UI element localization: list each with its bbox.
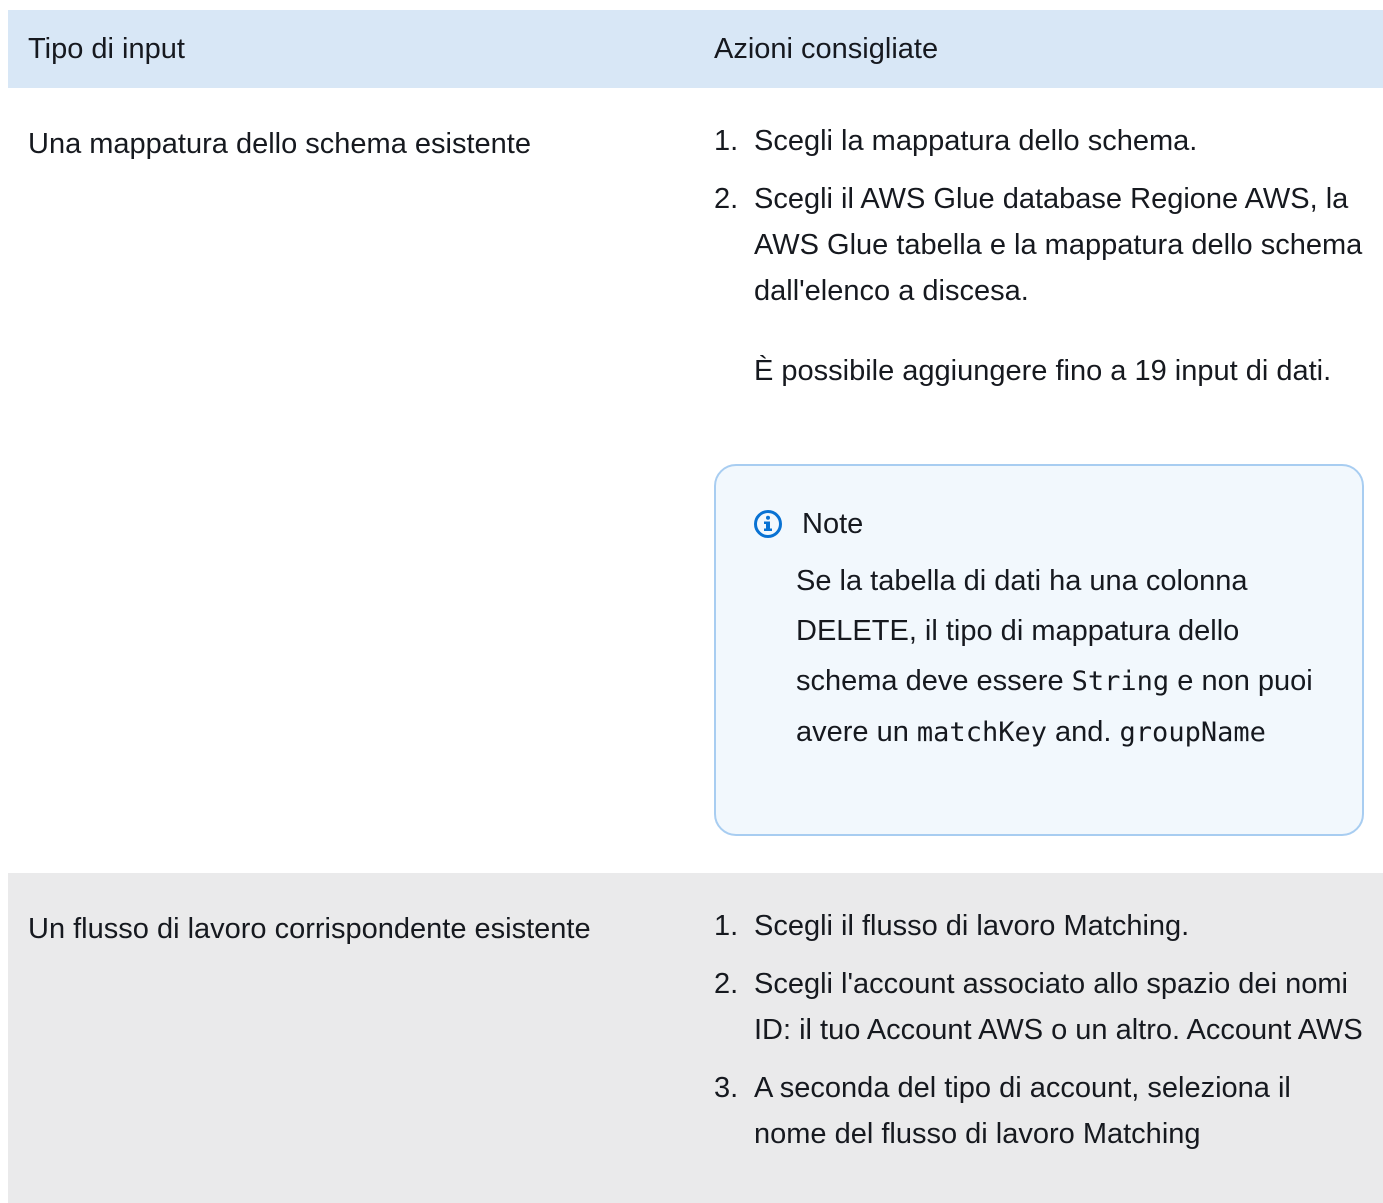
input-type-cell: Una mappatura dello schema esistente: [28, 128, 531, 160]
actions-list: 1. Scegli il flusso di lavoro Matching. 2…: [714, 903, 1364, 1157]
list-item: 2. Scegli l'account associato allo spazio…: [714, 961, 1364, 1053]
actions-cell: 1. Scegli il flusso di lavoro Matching. 2…: [714, 903, 1364, 1169]
header-recommended-actions: Azioni consigliate: [714, 33, 939, 65]
note-title: Note: [802, 508, 864, 540]
list-item-text: A seconda del tipo di account, seleziona…: [754, 1072, 1291, 1150]
code-groupname: groupName: [1119, 717, 1266, 748]
list-item: 3. A seconda del tipo di account, selezio…: [714, 1065, 1364, 1157]
list-number: 1.: [714, 125, 739, 157]
list-number: 1.: [714, 910, 739, 942]
list-number: 3.: [714, 1072, 739, 1104]
input-type-cell: Un flusso di lavoro corrispondente esist…: [28, 913, 591, 945]
note-text: and.: [1055, 716, 1112, 748]
table-row: Una mappatura dello schema esistente 1. S…: [8, 88, 1383, 873]
note-body: Se la tabella di dati ha una colonna DEL…: [796, 556, 1336, 758]
table-row: Un flusso di lavoro corrispondente esist…: [8, 873, 1383, 1203]
code-string: String: [1071, 666, 1170, 697]
list-item: 2. Scegli il AWS Glue database Regione AW…: [714, 176, 1364, 314]
list-item: 1. Scegli il flusso di lavoro Matching.: [714, 903, 1364, 949]
list-number: 2.: [714, 968, 739, 1000]
input-limit-text: È possibile aggiungere fino a 19 input d…: [754, 355, 1332, 387]
list-item-text: Scegli l'account associato allo spazio d…: [754, 968, 1363, 1046]
list-number: 2.: [714, 183, 739, 215]
list-item-text: Scegli il flusso di lavoro Matching.: [754, 910, 1190, 942]
list-item: 1. Scegli la mappatura dello schema.: [714, 118, 1364, 164]
table-header-row: Tipo di input Azioni consigliate: [8, 10, 1383, 88]
list-item-text: Scegli il AWS Glue database Regione AWS,…: [754, 183, 1363, 307]
recommendations-table: Tipo di input Azioni consigliate Una map…: [8, 10, 1383, 1203]
actions-list: 1. Scegli la mappatura dello schema. 2. Sc…: [714, 118, 1364, 314]
code-matchkey: matchKey: [916, 717, 1047, 748]
note-header: Note: [754, 504, 863, 544]
note-callout: Note Se la tabella di dati ha una colonn…: [714, 464, 1364, 836]
info-icon: [754, 510, 782, 538]
list-item-text: Scegli la mappatura dello schema.: [754, 125, 1198, 157]
actions-cell: 1. Scegli la mappatura dello schema. 2. Sc…: [714, 118, 1364, 836]
header-input-type: Tipo di input: [28, 33, 185, 65]
